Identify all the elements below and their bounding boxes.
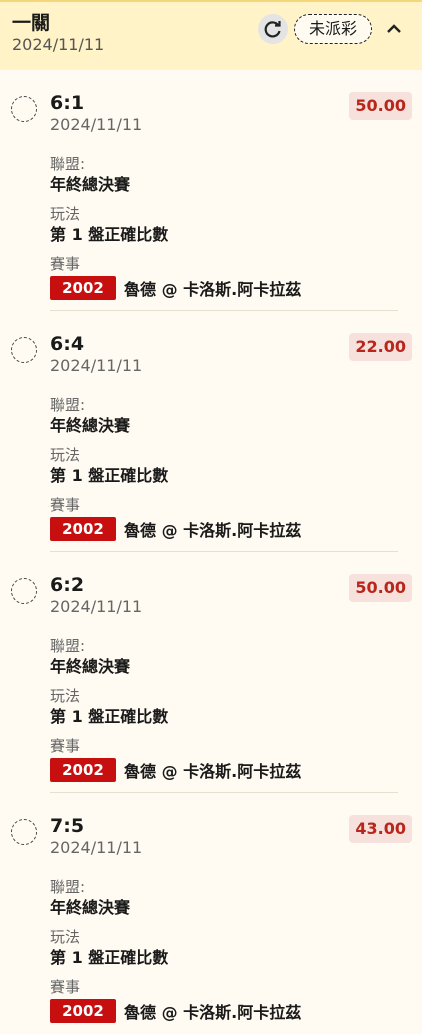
- odds-badge: 43.00: [349, 815, 412, 843]
- select-radio[interactable]: [11, 819, 37, 845]
- event-label: 賽事: [50, 496, 81, 514]
- bet-score: 7:5: [50, 815, 85, 837]
- play-label: 玩法: [50, 687, 81, 705]
- event-row: 2002 魯德 @ 卡洛斯.阿卡拉茲: [50, 517, 398, 541]
- event-label: 賽事: [50, 978, 81, 996]
- league-label: 聯盟:: [50, 396, 86, 414]
- league-label: 聯盟:: [50, 155, 86, 173]
- bet-score: 6:1: [50, 92, 85, 114]
- select-radio[interactable]: [11, 578, 37, 604]
- bet-date: 2024/11/11: [50, 597, 143, 616]
- odds-badge: 50.00: [349, 574, 412, 602]
- collapse-button[interactable]: [378, 14, 410, 44]
- league-value: 年終總決賽: [50, 175, 131, 194]
- bet-date: 2024/11/11: [50, 838, 143, 857]
- event-row: 2002 魯德 @ 卡洛斯.阿卡拉茲: [50, 276, 398, 300]
- league-value: 年終總決賽: [50, 657, 131, 676]
- bet-item: 6:1 2024/11/11 50.00 聯盟: 年終總決賽 玩法 第 1 盤正…: [11, 70, 412, 311]
- match-teams: 魯德 @ 卡洛斯.阿卡拉茲: [124, 1003, 302, 1022]
- bet-date: 2024/11/11: [50, 356, 143, 375]
- settlement-status-badge: 未派彩: [293, 14, 372, 44]
- event-label: 賽事: [50, 255, 81, 273]
- play-value: 第 1 盤正確比數: [50, 948, 169, 967]
- event-label: 賽事: [50, 737, 81, 755]
- odds-badge: 50.00: [349, 92, 412, 120]
- bet-score: 6:2: [50, 574, 85, 596]
- header-actions: 未派彩: [257, 14, 410, 44]
- match-teams: 魯德 @ 卡洛斯.阿卡拉茲: [124, 521, 302, 540]
- bet-item: 7:5 2024/11/11 43.00 聯盟: 年終總決賽 玩法 第 1 盤正…: [11, 793, 412, 1034]
- chevron-up-icon: [387, 24, 401, 33]
- match-id-badge: 2002: [50, 999, 116, 1023]
- play-value: 第 1 盤正確比數: [50, 466, 169, 485]
- refresh-button[interactable]: [257, 14, 288, 44]
- league-label: 聯盟:: [50, 637, 86, 655]
- bet-item: 6:2 2024/11/11 50.00 聯盟: 年終總決賽 玩法 第 1 盤正…: [11, 552, 412, 793]
- bet-date: 2024/11/11: [50, 115, 143, 134]
- match-id-badge: 2002: [50, 517, 116, 541]
- bet-slip-header: 一關 2024/11/11 未派彩: [0, 0, 422, 70]
- refresh-icon: [264, 21, 281, 38]
- play-value: 第 1 盤正確比數: [50, 225, 169, 244]
- play-label: 玩法: [50, 446, 81, 464]
- league-value: 年終總決賽: [50, 416, 131, 435]
- select-radio[interactable]: [11, 96, 37, 122]
- odds-badge: 22.00: [349, 333, 412, 361]
- match-teams: 魯德 @ 卡洛斯.阿卡拉茲: [124, 762, 302, 781]
- event-row: 2002 魯德 @ 卡洛斯.阿卡拉茲: [50, 758, 398, 782]
- league-label: 聯盟:: [50, 878, 86, 896]
- bet-item: 6:4 2024/11/11 22.00 聯盟: 年終總決賽 玩法 第 1 盤正…: [11, 311, 412, 552]
- select-radio[interactable]: [11, 337, 37, 363]
- play-value: 第 1 盤正確比數: [50, 707, 169, 726]
- event-row: 2002 魯德 @ 卡洛斯.阿卡拉茲: [50, 999, 398, 1023]
- bet-score: 6:4: [50, 333, 85, 355]
- league-value: 年終總決賽: [50, 898, 131, 917]
- match-id-badge: 2002: [50, 758, 116, 782]
- bet-list: 6:1 2024/11/11 50.00 聯盟: 年終總決賽 玩法 第 1 盤正…: [0, 70, 422, 1034]
- match-id-badge: 2002: [50, 276, 116, 300]
- play-label: 玩法: [50, 205, 81, 223]
- play-label: 玩法: [50, 928, 81, 946]
- match-teams: 魯德 @ 卡洛斯.阿卡拉茲: [124, 280, 302, 299]
